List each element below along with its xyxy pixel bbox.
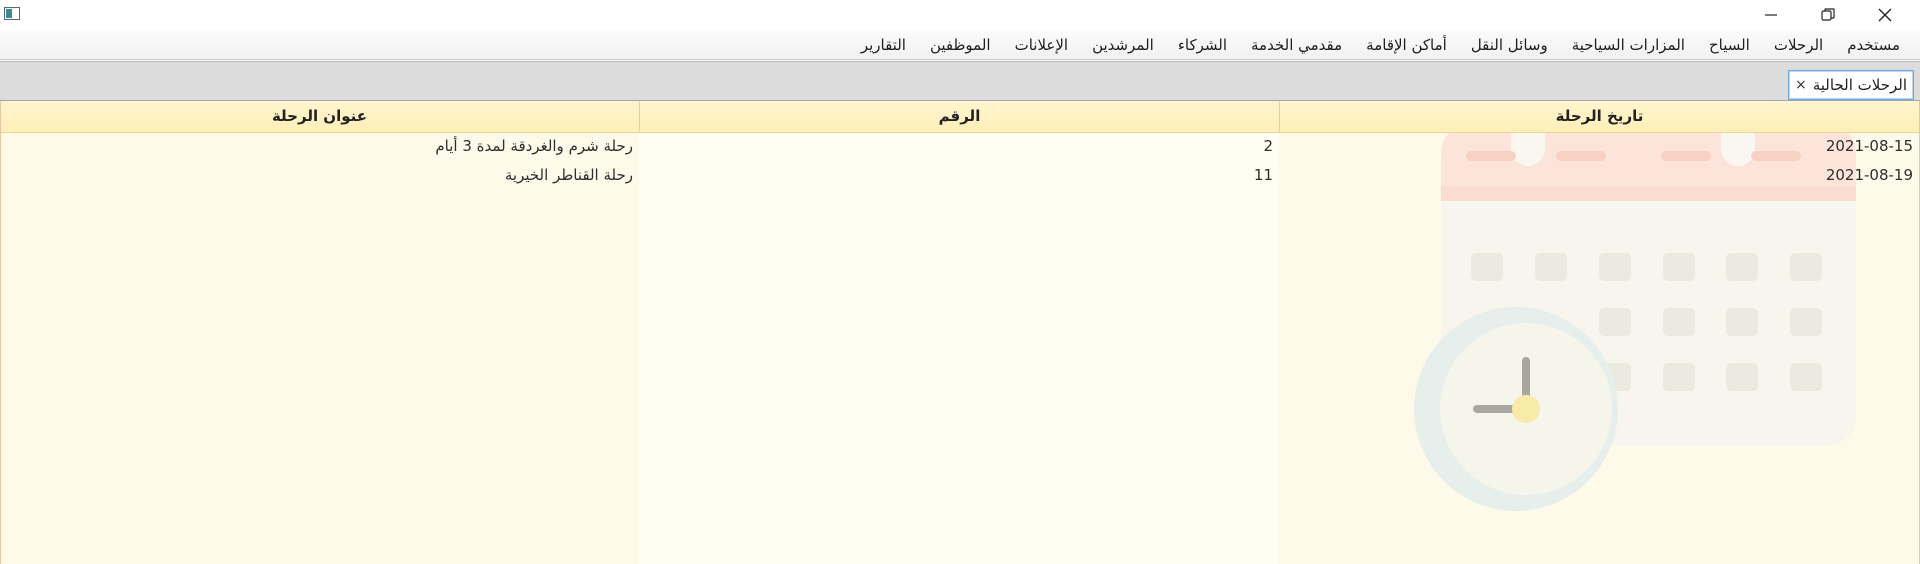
column-header-title[interactable]: عنوان الرحلة xyxy=(1,101,639,132)
cell-title: رحلة القناطر الخيرية xyxy=(504,166,633,184)
menu-accommodation[interactable]: أماكن الإقامة xyxy=(1354,30,1459,60)
menu-tourists[interactable]: السياح xyxy=(1697,30,1762,60)
cell-number: 2 xyxy=(1263,137,1273,155)
tab-label: الرحلات الحالية xyxy=(1812,76,1907,94)
app-window-icon xyxy=(4,7,20,20)
menu-transport[interactable]: وسائل النقل xyxy=(1459,30,1560,60)
menu-service-providers[interactable]: مقدمي الخدمة xyxy=(1239,30,1354,60)
minimize-button[interactable] xyxy=(1748,0,1794,30)
menu-trips[interactable]: الرحلات xyxy=(1762,30,1835,60)
column-header-number[interactable]: الرقم xyxy=(639,101,1279,132)
app-window: مستخدم الرحلات السياح المزارات السياحية … xyxy=(0,0,1920,564)
close-icon xyxy=(1878,8,1892,22)
minimize-icon xyxy=(1765,14,1777,16)
menu-bar: مستخدم الرحلات السياح المزارات السياحية … xyxy=(0,30,1920,60)
cell-date: 2021-08-15 xyxy=(1825,137,1913,155)
tab-current-trips[interactable]: الرحلات الحالية × xyxy=(1788,70,1914,100)
restore-icon xyxy=(1821,8,1835,21)
menu-reports[interactable]: التقارير xyxy=(849,30,918,60)
menu-attractions[interactable]: المزارات السياحية xyxy=(1560,30,1697,60)
column-header-date[interactable]: تاريخ الرحلة xyxy=(1279,101,1919,132)
restore-button[interactable] xyxy=(1805,0,1851,30)
cell-title: رحلة شرم والغردقة لمدة 3 أيام xyxy=(435,137,633,155)
menu-partners[interactable]: الشركاء xyxy=(1166,30,1239,60)
tab-strip: الرحلات الحالية × xyxy=(0,61,1920,101)
menu-employees[interactable]: الموظفين xyxy=(918,30,1003,60)
cell-date: 2021-08-19 xyxy=(1825,166,1913,184)
menu-ads[interactable]: الإعلانات xyxy=(1003,30,1081,60)
menu-guides[interactable]: المرشدين xyxy=(1080,30,1166,60)
menu-user[interactable]: مستخدم xyxy=(1835,30,1912,60)
trips-table: تاريخ الرحلة الرقم عنوان الرحلة 2021-08-… xyxy=(0,101,1920,564)
table-row[interactable]: 2021-08-15 2 رحلة شرم والغردقة لمدة 3 أي… xyxy=(1,132,1919,161)
tab-close-icon[interactable]: × xyxy=(1795,78,1807,92)
close-button[interactable] xyxy=(1862,0,1908,30)
title-bar xyxy=(0,0,1920,30)
table-header: تاريخ الرحلة الرقم عنوان الرحلة xyxy=(1,101,1919,133)
cell-number: 11 xyxy=(1253,166,1273,184)
table-row[interactable]: 2021-08-19 11 رحلة القناطر الخيرية xyxy=(1,161,1919,190)
